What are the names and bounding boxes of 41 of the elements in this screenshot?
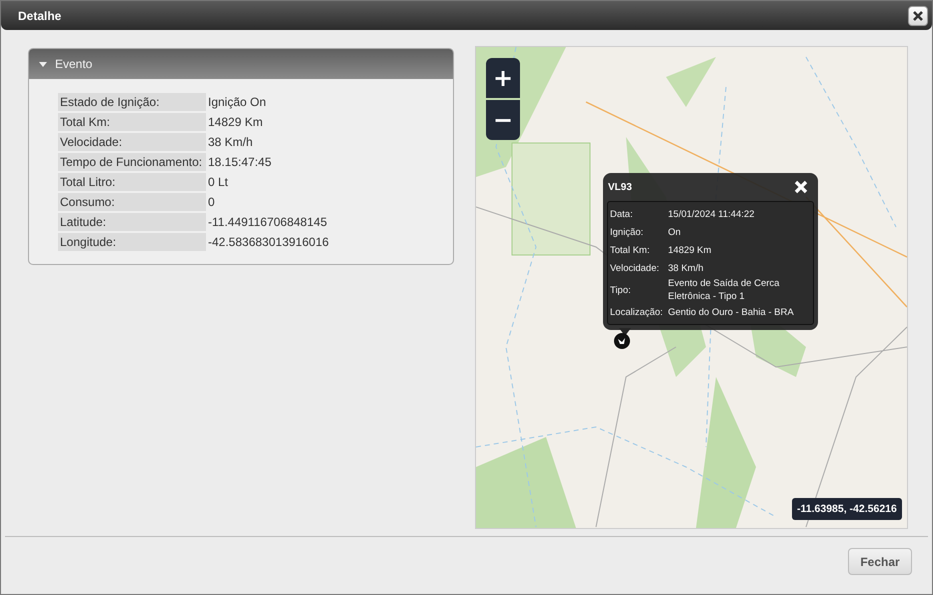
field-value: 38 Km/h bbox=[207, 134, 254, 151]
panel-header[interactable]: Evento bbox=[29, 49, 453, 79]
field-label: Total Km: bbox=[58, 113, 206, 131]
popup-label: Velocidade: bbox=[610, 262, 660, 274]
coordinates-tooltip: -11.63985, -42.56216 bbox=[792, 498, 902, 520]
popup-title: VL93 bbox=[608, 182, 632, 192]
close-button[interactable] bbox=[908, 6, 928, 26]
field-label: Latitude: bbox=[58, 213, 206, 231]
dialog-title: Detalhe bbox=[18, 8, 62, 22]
popup-label: Data: bbox=[610, 208, 634, 220]
popup-value: 38 Km/h bbox=[668, 262, 704, 274]
popup-value: Evento de Saída de Cerca Eletrônica - Tipo 1 bbox=[668, 277, 780, 303]
close-dialog-button[interactable]: Fechar bbox=[848, 548, 912, 575]
field-value: 0 Lt bbox=[207, 174, 230, 191]
popup-label: Ignição: bbox=[610, 226, 644, 238]
popup-label: Tipo: bbox=[610, 284, 632, 296]
field-label: Estado de Ignição: bbox=[58, 93, 206, 111]
popup-value: Gentio do Ouro - Bahia - BRA bbox=[668, 306, 795, 318]
popup-value: 14829 Km bbox=[668, 244, 712, 256]
field-value: 18.15:47:45 bbox=[207, 154, 272, 171]
popup-label: Localização: bbox=[610, 306, 664, 318]
field-value: -42.583683013916016 bbox=[207, 234, 330, 251]
close-icon bbox=[794, 180, 808, 194]
field-value: 0 bbox=[207, 194, 216, 211]
field-label: Velocidade: bbox=[58, 133, 206, 151]
panel-title: Evento bbox=[55, 57, 92, 71]
field-label: Tempo de Funcionamento: bbox=[58, 153, 206, 171]
zoom-in-button[interactable]: + bbox=[486, 58, 520, 98]
popup-label: Total Km: bbox=[610, 244, 651, 256]
field-label: Total Litro: bbox=[58, 173, 206, 191]
popup-value: On bbox=[668, 226, 682, 238]
map-marker-icon[interactable] bbox=[614, 333, 630, 349]
field-value: Ignição On bbox=[207, 94, 268, 111]
close-icon bbox=[913, 10, 923, 20]
field-label: Longitude: bbox=[58, 233, 206, 251]
popup-value: 15/01/2024 11:44:22 bbox=[668, 208, 756, 220]
field-label: Consumo: bbox=[58, 193, 206, 211]
zoom-out-button[interactable]: − bbox=[486, 100, 520, 140]
field-value: 14829 Km bbox=[207, 114, 264, 131]
field-value: -11.449116706848145 bbox=[207, 214, 328, 231]
caret-icon bbox=[39, 62, 47, 66]
